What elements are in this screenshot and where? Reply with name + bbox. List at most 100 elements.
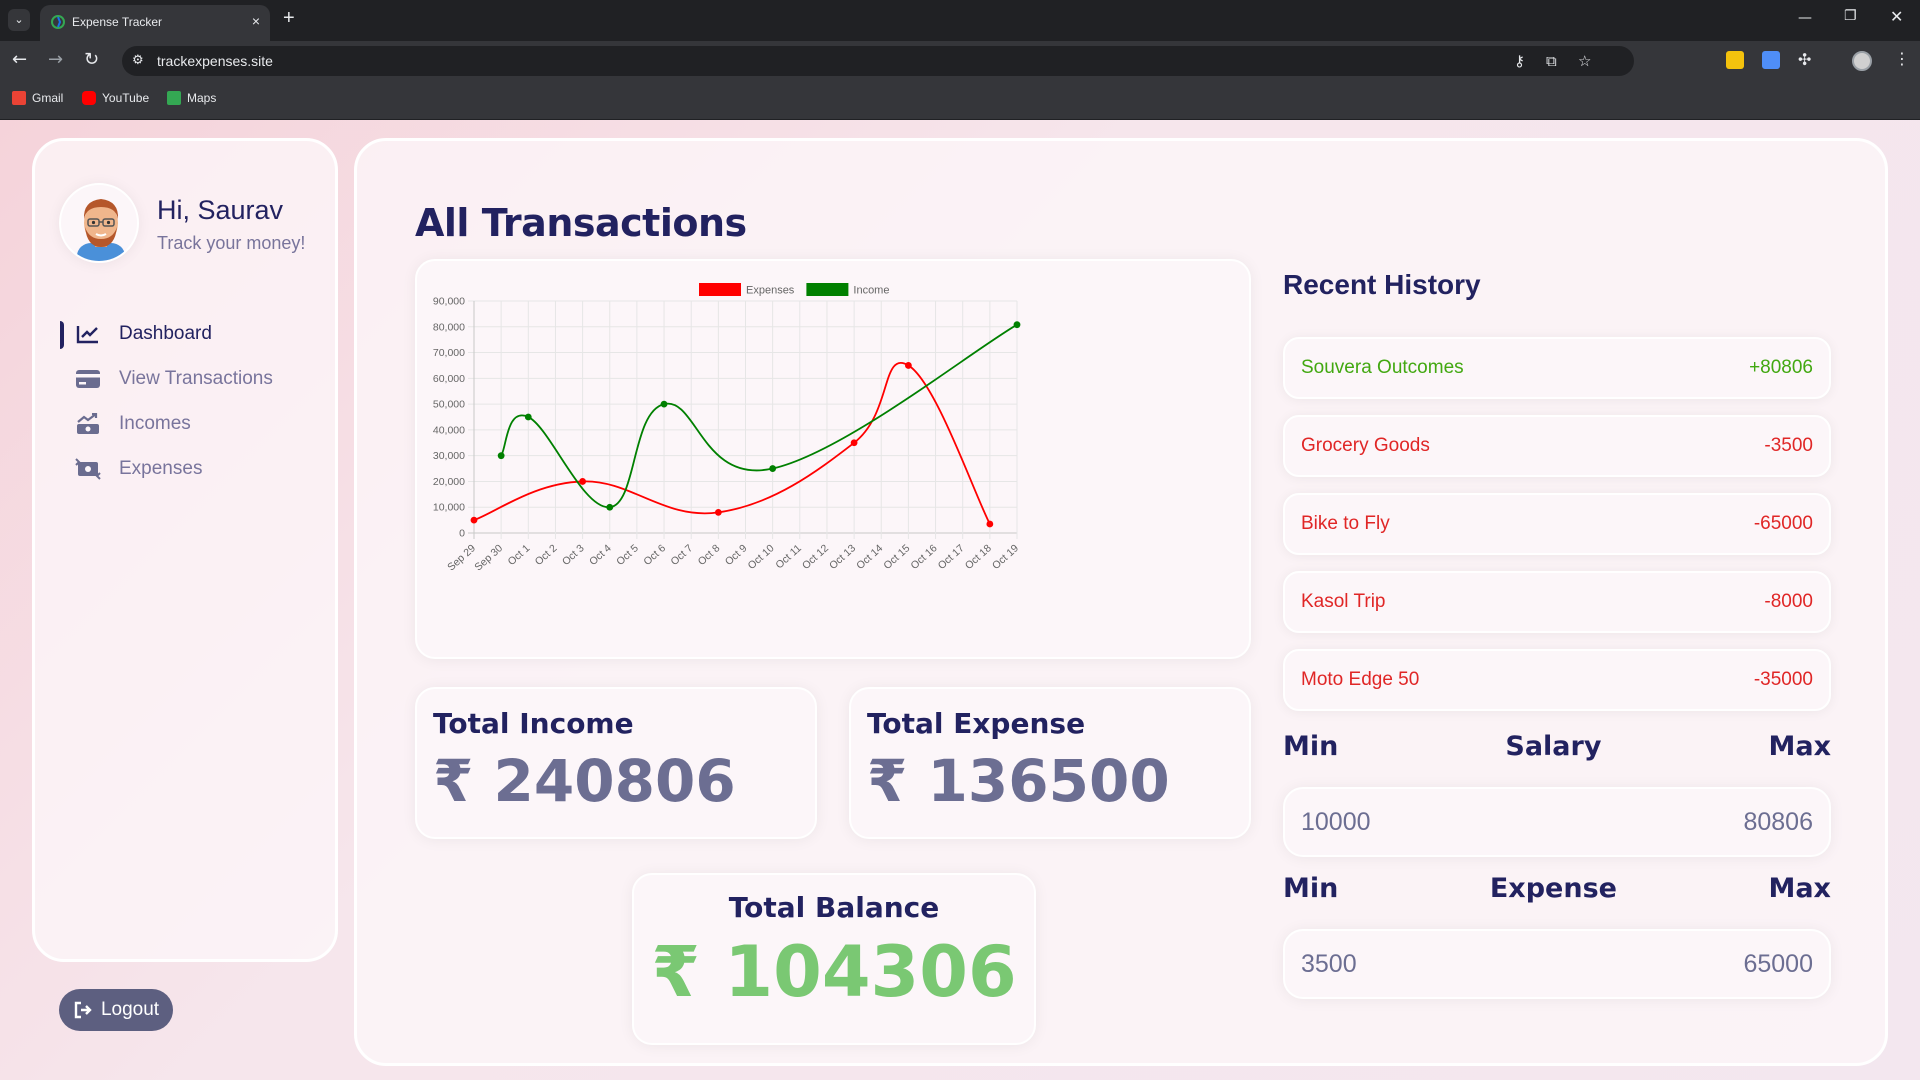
history-item: Bike to Fly -65000 [1283,493,1831,555]
salary-max-value: 80806 [1743,807,1813,836]
chart-x-tick-label: Oct 17 [936,542,967,572]
bookmark-youtube[interactable]: YouTube [82,91,149,105]
history-item: Kasol Trip -8000 [1283,571,1831,633]
recent-history-title: Recent History [1283,269,1481,300]
password-key-icon[interactable]: ⚷ [1514,52,1525,70]
chart-legend-swatch [699,283,741,296]
chart-y-tick-label: 40,000 [433,424,465,436]
extension-docs-icon[interactable] [1762,51,1780,69]
chart-x-tick-label: Oct 11 [773,542,804,571]
chart-x-tick-label: Oct 1 [506,542,533,568]
new-tab-icon[interactable]: + [283,8,295,28]
site-info-icon[interactable]: ⚙ [132,53,144,68]
logout-icon [74,1001,92,1019]
salary-max-label: Max [1768,731,1831,762]
chart-x-tick-label: Oct 19 [990,542,1021,572]
install-app-icon[interactable]: ⧉ [1546,52,1557,70]
tab-search-chevron-icon[interactable]: ⌄ [8,9,30,31]
chart-point-income [1013,321,1021,329]
maps-icon [167,91,181,105]
tab-title: Expense Tracker [72,15,163,29]
bookmark-maps[interactable]: Maps [167,91,216,105]
sidebar: Hi, Saurav Track your money! Dashboard V… [32,138,338,1031]
sidebar-item-expenses[interactable]: Expenses [35,446,335,491]
chart-point-expenses [905,362,912,369]
bookmark-gmail[interactable]: Gmail [12,91,63,105]
gmail-icon [12,91,26,105]
chart-point-income [497,452,505,460]
window-close-icon[interactable]: ✕ [1890,7,1903,26]
sidebar-item-view-transactions[interactable]: View Transactions [35,356,335,401]
url-text[interactable]: trackexpenses.site [157,53,273,69]
salary-range-header: Min Salary Max [1283,731,1831,762]
reload-icon[interactable]: ↻ [84,49,99,71]
chart-x-tick-label: Sep 29 [445,542,478,573]
bookmark-star-icon[interactable]: ☆ [1578,52,1591,70]
money-bill-trend-up-icon [75,412,101,435]
history-item-amount: -8000 [1764,591,1813,612]
chart-y-tick-label: 70,000 [433,347,465,359]
avatar-illustration-icon [77,199,125,261]
sidebar-item-dashboard[interactable]: Dashboard [35,311,335,356]
history-item: Grocery Goods -3500 [1283,415,1831,477]
chart-x-tick-label: Oct 2 [533,542,560,568]
chart-x-tick-label: Oct 7 [669,542,696,568]
chart-x-tick-label: Oct 13 [827,542,858,572]
total-income-card: Total Income ₹ 240806 [415,687,817,839]
history-item-title: Souvera Outcomes [1301,357,1464,378]
chart-y-tick-label: 60,000 [433,373,465,385]
youtube-icon [82,91,96,105]
browser-toolbar: ← → ↻ ⚙ trackexpenses.site ⚷ ⧉ ☆ ✣ ⋮ [0,41,1920,81]
extension-warning-icon[interactable] [1726,51,1744,69]
chart-y-tick-label: 50,000 [433,399,465,411]
restore-icon[interactable]: ❐ [1844,8,1857,24]
history-item-title: Kasol Trip [1301,591,1386,612]
history-item-title: Moto Edge 50 [1301,669,1420,690]
extensions-puzzle-icon[interactable]: ✣ [1798,49,1811,71]
expense-min-label: Min [1283,873,1339,904]
total-balance-value: ₹ 104306 [651,931,1017,1013]
chart-x-tick-label: Oct 5 [614,542,641,568]
chart-x-tick-label: Oct 15 [881,542,912,572]
page-title: All Transactions [415,201,747,245]
back-arrow-icon[interactable]: ← [12,49,27,71]
expense-min-value: 3500 [1301,949,1357,978]
minimize-icon[interactable]: — [1798,10,1812,26]
history-item-title: Bike to Fly [1301,513,1390,534]
chart-y-tick-label: 10,000 [433,502,465,514]
chart-y-tick-label: 20,000 [433,476,465,488]
chart-point-expenses [714,508,722,516]
chart-x-tick-label: Oct 6 [641,542,668,568]
kebab-menu-icon[interactable]: ⋮ [1894,49,1910,68]
chart-line-icon [75,323,101,345]
expense-max-value: 65000 [1743,949,1813,978]
expense-range-header: Min Expense Max [1283,873,1831,904]
chart-point-income [524,413,532,421]
sidebar-item-incomes[interactable]: Incomes [35,401,335,446]
forward-arrow-icon[interactable]: → [48,49,63,71]
chart-y-tick-label: 80,000 [433,321,465,333]
total-income-value: ₹ 240806 [433,747,736,815]
chart-point-expenses [850,439,858,447]
profile-avatar-icon[interactable] [1852,51,1872,71]
salary-min-value: 10000 [1301,807,1371,836]
tab-close-icon[interactable]: × [252,13,260,29]
address-bar[interactable]: ⚙ trackexpenses.site ⚷ ⧉ ☆ [122,46,1634,76]
history-item-amount: -65000 [1753,513,1813,534]
expense-title: Expense [1489,873,1617,904]
avatar [59,183,139,263]
total-balance-label: Total Balance [728,891,940,924]
transactions-line-chart: 0 10,000 20,000 30,000 40,000 50,000 60,000 70,… [433,283,1021,573]
chart-x-tick-label: Oct 14 [854,542,885,572]
sidebar-menu: Dashboard View Transactions Incomes Expe… [35,311,335,491]
expense-max-label: Max [1768,873,1831,904]
app-page: Hi, Saurav Track your money! Dashboard V… [0,120,1920,1080]
expense-range-box: 3500 65000 [1283,929,1831,999]
browser-tab[interactable]: Expense Tracker × [40,5,270,41]
chart-x-tick-label: Sep 30 [472,542,505,573]
logout-button[interactable]: Logout [59,989,173,1031]
salary-min-label: Min [1283,731,1339,762]
chart-x-tick-label: Oct 10 [746,542,777,572]
chart-x-tick-label: Oct 8 [696,542,723,568]
chart-point-expenses [986,520,994,528]
